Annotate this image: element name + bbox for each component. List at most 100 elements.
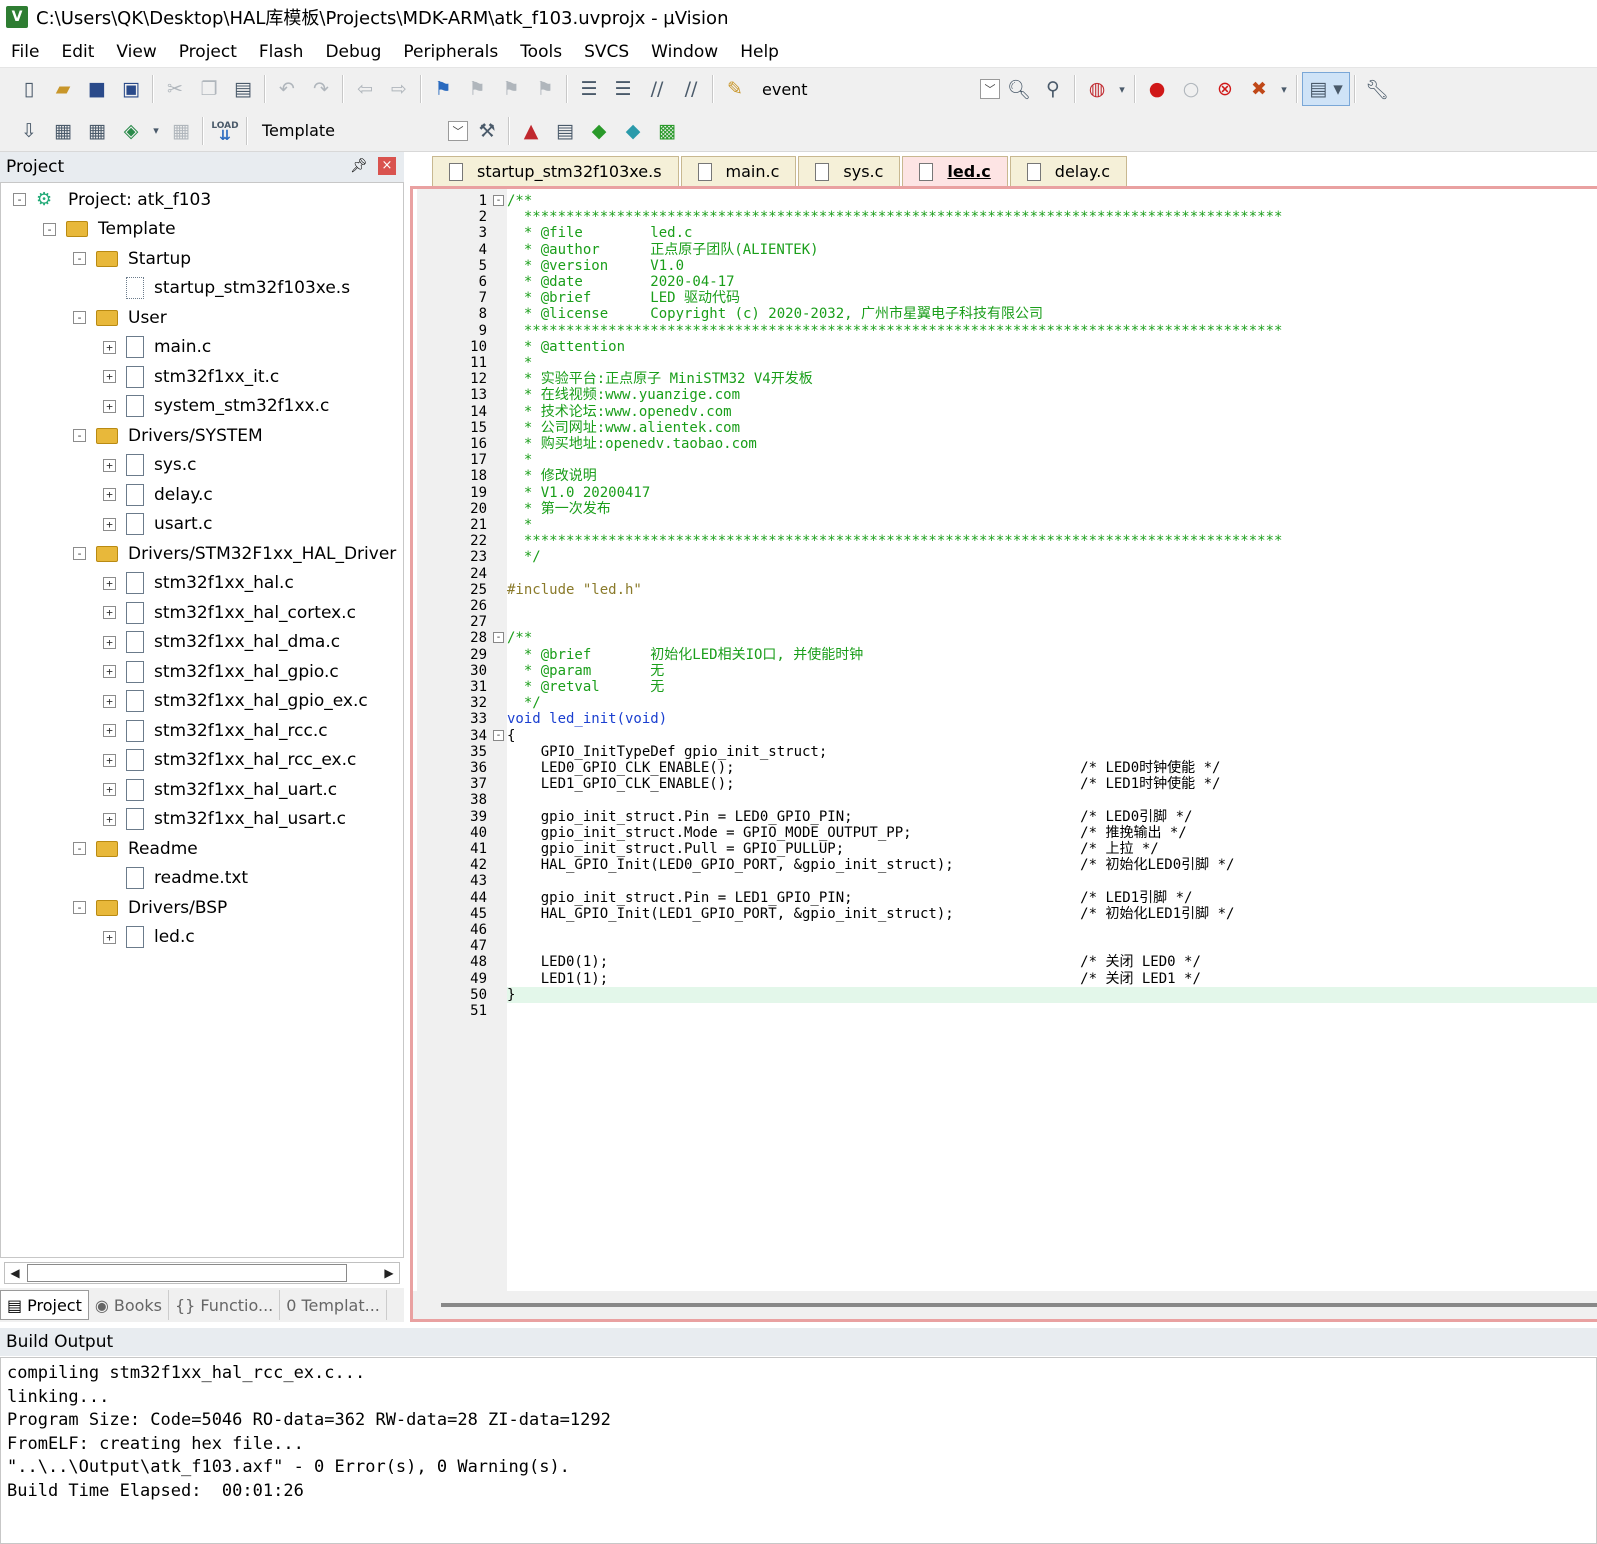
menu-tools[interactable]: Tools: [509, 37, 573, 67]
disable-all-breakpoints-icon[interactable]: ⊗: [1208, 72, 1242, 106]
expand-icon[interactable]: +: [103, 517, 116, 531]
tree-item[interactable]: + stm32f1xx_hal_usart.c: [103, 805, 346, 834]
save-icon[interactable]: ■: [80, 72, 114, 106]
tree-item[interactable]: - User: [73, 303, 167, 332]
collapse-icon[interactable]: -: [13, 193, 26, 206]
run-time-environment-icon[interactable]: ▩: [650, 114, 684, 148]
expand-icon[interactable]: +: [103, 724, 116, 737]
comment-icon[interactable]: //: [640, 72, 674, 106]
panel-tab-templat[interactable]: 0 Templat...: [280, 1290, 387, 1320]
tree-item[interactable]: - Drivers/STM32F1xx_HAL_Driver: [73, 539, 396, 568]
menu-debug[interactable]: Debug: [314, 37, 392, 67]
menu-help[interactable]: Help: [729, 37, 790, 67]
dropdown-arrow-icon[interactable]: ▾: [148, 114, 164, 148]
chevron-down-icon[interactable]: ﹀: [980, 79, 1000, 99]
expand-icon[interactable]: +: [103, 576, 116, 590]
project-scrollbar[interactable]: ◀ ▶: [4, 1262, 400, 1284]
fold-icon[interactable]: -: [493, 632, 504, 644]
tree-item[interactable]: + system_stm32f1xx.c: [103, 392, 329, 421]
indent-icon[interactable]: ☰: [572, 72, 606, 106]
rebuild-icon[interactable]: ▦: [80, 114, 114, 148]
translate-icon[interactable]: ⇩: [12, 114, 46, 148]
bookmark-prev-icon[interactable]: ⚑: [460, 72, 494, 106]
scroll-left-icon[interactable]: ◀: [5, 1263, 25, 1283]
target-options-icon[interactable]: ⚒: [470, 114, 504, 148]
expand-icon[interactable]: +: [103, 606, 116, 619]
open-file-icon[interactable]: ▰: [46, 72, 80, 106]
stop-build-icon[interactable]: ▦: [164, 114, 198, 148]
incremental-find-icon[interactable]: ⚲: [1036, 72, 1070, 106]
bookmark-next-icon[interactable]: ⚑: [494, 72, 528, 106]
tree-item[interactable]: + stm32f1xx_hal_rcc_ex.c: [103, 746, 356, 775]
tree-item[interactable]: + stm32f1xx_hal_gpio.c: [103, 657, 339, 686]
editor-tab[interactable]: main.c: [680, 156, 797, 186]
tree-item[interactable]: + delay.c: [103, 480, 213, 509]
panel-tab-functio[interactable]: {} Functio...: [169, 1290, 281, 1320]
editor-tab[interactable]: startup_stm32f103xe.s: [432, 156, 679, 186]
nav-back-icon[interactable]: ⇦: [348, 72, 382, 106]
tree-item[interactable]: + sys.c: [103, 451, 197, 480]
expand-icon[interactable]: +: [103, 665, 116, 678]
unindent-icon[interactable]: ☰: [606, 72, 640, 106]
pin-icon[interactable]: 📌︎: [350, 158, 368, 174]
editor-tab[interactable]: led.c: [902, 156, 1008, 186]
kill-breakpoints-icon[interactable]: ✖: [1242, 72, 1276, 106]
fold-icon[interactable]: -: [493, 195, 504, 206]
cut-icon[interactable]: ✂: [158, 72, 192, 106]
select-software-packs-icon[interactable]: ◆: [616, 114, 650, 148]
scroll-thumb[interactable]: [27, 1264, 347, 1282]
expand-icon[interactable]: +: [103, 694, 116, 708]
collapse-icon[interactable]: -: [73, 842, 86, 855]
tree-item[interactable]: + stm32f1xx_hal_rcc.c: [103, 716, 328, 745]
nav-forward-icon[interactable]: ⇨: [382, 72, 416, 106]
expand-icon[interactable]: +: [103, 753, 116, 767]
editor-scroll-thumb[interactable]: [441, 1303, 1597, 1307]
expand-icon[interactable]: +: [103, 370, 116, 383]
tree-item[interactable]: - Readme: [73, 834, 198, 863]
bookmark-clear-icon[interactable]: ⚑: [528, 72, 562, 106]
expand-icon[interactable]: +: [103, 458, 116, 472]
copy-icon[interactable]: ❐: [192, 72, 226, 106]
target-combo[interactable]: Template ﹀: [252, 117, 470, 145]
editor-tab[interactable]: sys.c: [798, 156, 901, 186]
save-all-icon[interactable]: ▣: [114, 72, 148, 106]
editor-tab[interactable]: delay.c: [1009, 156, 1128, 186]
scroll-right-icon[interactable]: ▶: [379, 1263, 399, 1283]
panel-tab-project[interactable]: ▤ Project: [0, 1290, 89, 1320]
expand-icon[interactable]: +: [103, 783, 116, 796]
code-editor[interactable]: 1-/** 2 *********************************…: [410, 186, 1597, 1322]
collapse-icon[interactable]: -: [73, 547, 86, 560]
tree-item[interactable]: + stm32f1xx_hal_dma.c: [103, 628, 340, 657]
tree-item[interactable]: startup_stm32f103xe.s: [103, 274, 350, 303]
bookmark-icon[interactable]: ⚑: [426, 72, 460, 106]
fold-icon[interactable]: -: [493, 729, 504, 741]
editor-scrollbar[interactable]: [413, 1291, 1597, 1319]
expand-icon[interactable]: +: [103, 635, 116, 649]
dropdown-arrow-icon[interactable]: ▾: [1276, 72, 1292, 106]
redo-icon[interactable]: ↷: [304, 72, 338, 106]
collapse-icon[interactable]: -: [43, 222, 56, 236]
select-pack-icon[interactable]: ▤: [548, 114, 582, 148]
tree-item[interactable]: - Drivers/BSP: [73, 893, 227, 922]
expand-icon[interactable]: +: [103, 488, 116, 501]
menu-file[interactable]: File: [0, 37, 50, 67]
tree-item[interactable]: + stm32f1xx_hal_uart.c: [103, 775, 337, 804]
code-area[interactable]: 1-/** 2 *********************************…: [470, 193, 1597, 1293]
tree-item[interactable]: - Startup: [73, 244, 191, 273]
collapse-icon[interactable]: -: [73, 311, 86, 324]
chevron-down-icon[interactable]: ﹀: [448, 120, 468, 141]
collapse-icon[interactable]: -: [73, 429, 86, 442]
build-icon[interactable]: ▦: [46, 114, 80, 148]
find-in-files-icon[interactable]: ✎: [718, 72, 752, 106]
build-output-log[interactable]: compiling stm32f1xx_hal_rcc_ex.c... linki…: [0, 1357, 1597, 1544]
manage-components-icon[interactable]: ▲: [514, 114, 548, 148]
collapse-icon[interactable]: -: [73, 252, 86, 265]
new-file-icon[interactable]: ▯: [12, 72, 46, 106]
dropdown-arrow-icon[interactable]: ▾: [1114, 72, 1130, 106]
close-icon[interactable]: ×: [378, 157, 396, 175]
breakpoint-icon[interactable]: ●: [1140, 72, 1174, 106]
tree-item[interactable]: - ⚙ Project: atk_f103: [13, 185, 211, 214]
batch-build-icon[interactable]: ◈: [114, 114, 148, 148]
debug-session-icon[interactable]: ◍: [1080, 72, 1114, 106]
undo-icon[interactable]: ↶: [270, 72, 304, 106]
